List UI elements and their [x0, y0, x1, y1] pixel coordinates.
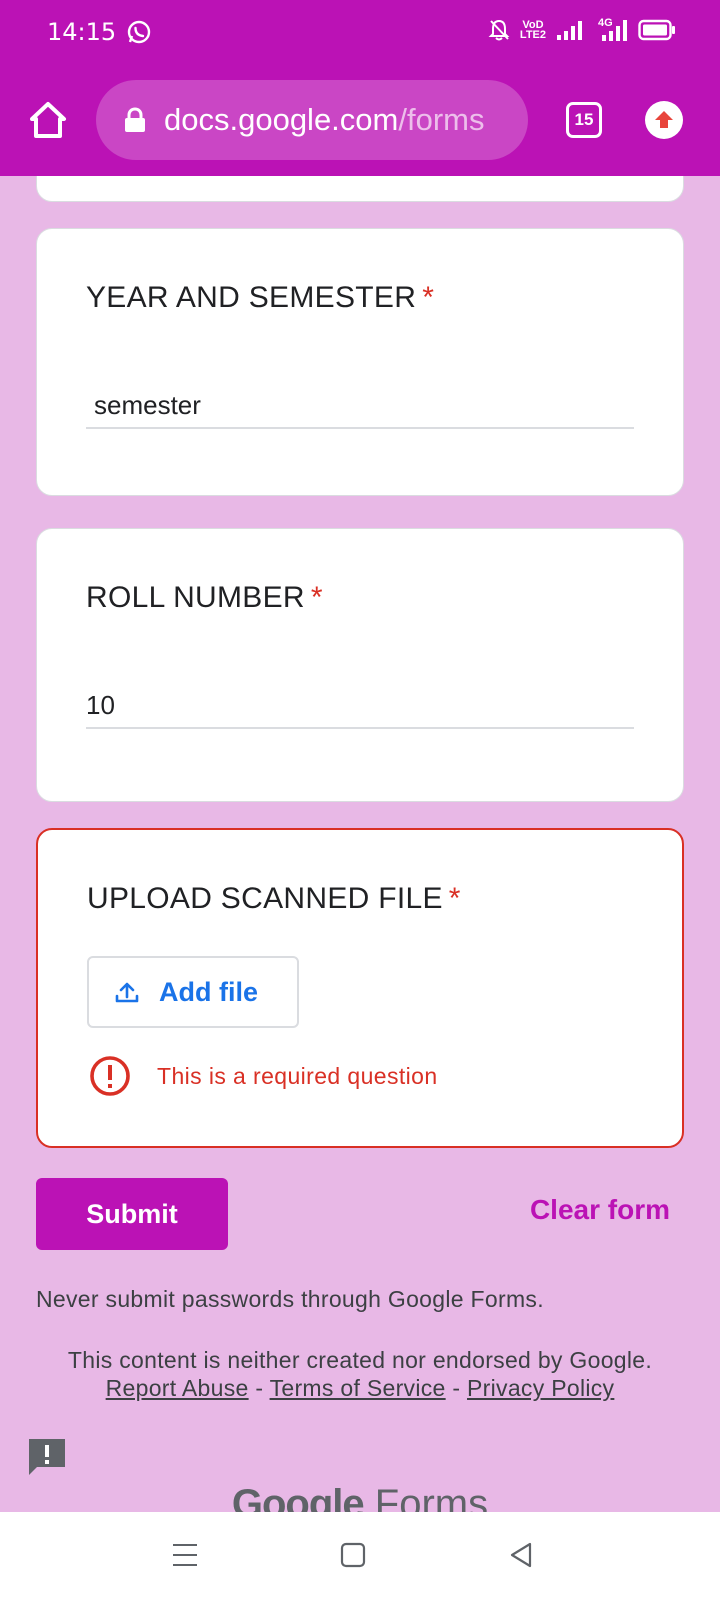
password-warning: Never submit passwords through Google Fo… [36, 1286, 544, 1312]
volte-icon: VoD LTE2 [519, 19, 546, 41]
add-file-button[interactable]: Add file [87, 956, 299, 1028]
home-icon[interactable] [26, 98, 70, 142]
system-navigation-bar [0, 1512, 720, 1600]
required-asterisk: * [448, 882, 461, 915]
signal-icon [557, 21, 582, 40]
url-text: docs.google.com/forms [164, 102, 485, 137]
google-forms-logo: Google Forms [231, 1482, 489, 1512]
question-title: YEAR AND SEMESTER * [86, 281, 435, 314]
battery-icon [638, 19, 675, 41]
roll-number-input[interactable]: 10 [86, 683, 634, 729]
clear-form-button[interactable]: Clear form [530, 1194, 670, 1226]
required-asterisk: * [422, 281, 435, 314]
feedback-icon[interactable] [26, 1436, 68, 1478]
address-bar[interactable]: docs.google.com/forms [96, 80, 528, 160]
lock-icon [125, 107, 145, 132]
error-icon [90, 1056, 130, 1096]
report-abuse-link[interactable]: Report Abuse [106, 1375, 249, 1401]
browser-chrome: 14:15 VoD LTE2 4G docs.google.com/forms … [0, 0, 720, 176]
privacy-policy-link[interactable]: Privacy Policy [467, 1375, 614, 1401]
legal-disclaimer: This content is neither created nor endo… [67, 1347, 653, 1401]
question-title: UPLOAD SCANNED FILE * [87, 882, 461, 915]
browser-update-button[interactable] [645, 101, 683, 139]
terms-of-service-link[interactable]: Terms of Service [270, 1375, 446, 1401]
4g-signal-icon: 4G [594, 18, 628, 42]
question-card-upload-file: UPLOAD SCANNED FILE * Add file This is a … [36, 828, 684, 1148]
tab-switcher-button[interactable]: 15 [566, 102, 602, 138]
question-card-year-semester: YEAR AND SEMESTER * semester [36, 228, 684, 496]
menu-icon[interactable] [172, 1542, 198, 1568]
required-asterisk: * [310, 581, 323, 614]
upload-icon [115, 982, 139, 1003]
question-card-roll-number: ROLL NUMBER * 10 [36, 528, 684, 802]
home-square-icon[interactable] [340, 1542, 366, 1568]
add-file-label: Add file [159, 976, 258, 1007]
status-icons: VoD LTE2 4G [488, 18, 676, 42]
error-message: This is a required question [157, 1062, 438, 1089]
arrow-up-icon [655, 111, 673, 128]
whatsapp-icon [127, 20, 151, 44]
status-time: 14:15 [47, 18, 117, 46]
browser-toolbar: docs.google.com/forms 15 [0, 64, 720, 176]
disclaimer-text: This content is neither created nor endo… [67, 1347, 653, 1373]
submit-button[interactable]: Submit [36, 1178, 228, 1250]
validation-error: This is a required question [89, 1055, 438, 1097]
back-icon[interactable] [508, 1542, 534, 1568]
year-semester-input[interactable]: semester [86, 383, 634, 429]
status-bar: 14:15 VoD LTE2 4G [0, 0, 720, 64]
mute-icon [488, 19, 510, 41]
question-title: ROLL NUMBER * [86, 581, 323, 614]
